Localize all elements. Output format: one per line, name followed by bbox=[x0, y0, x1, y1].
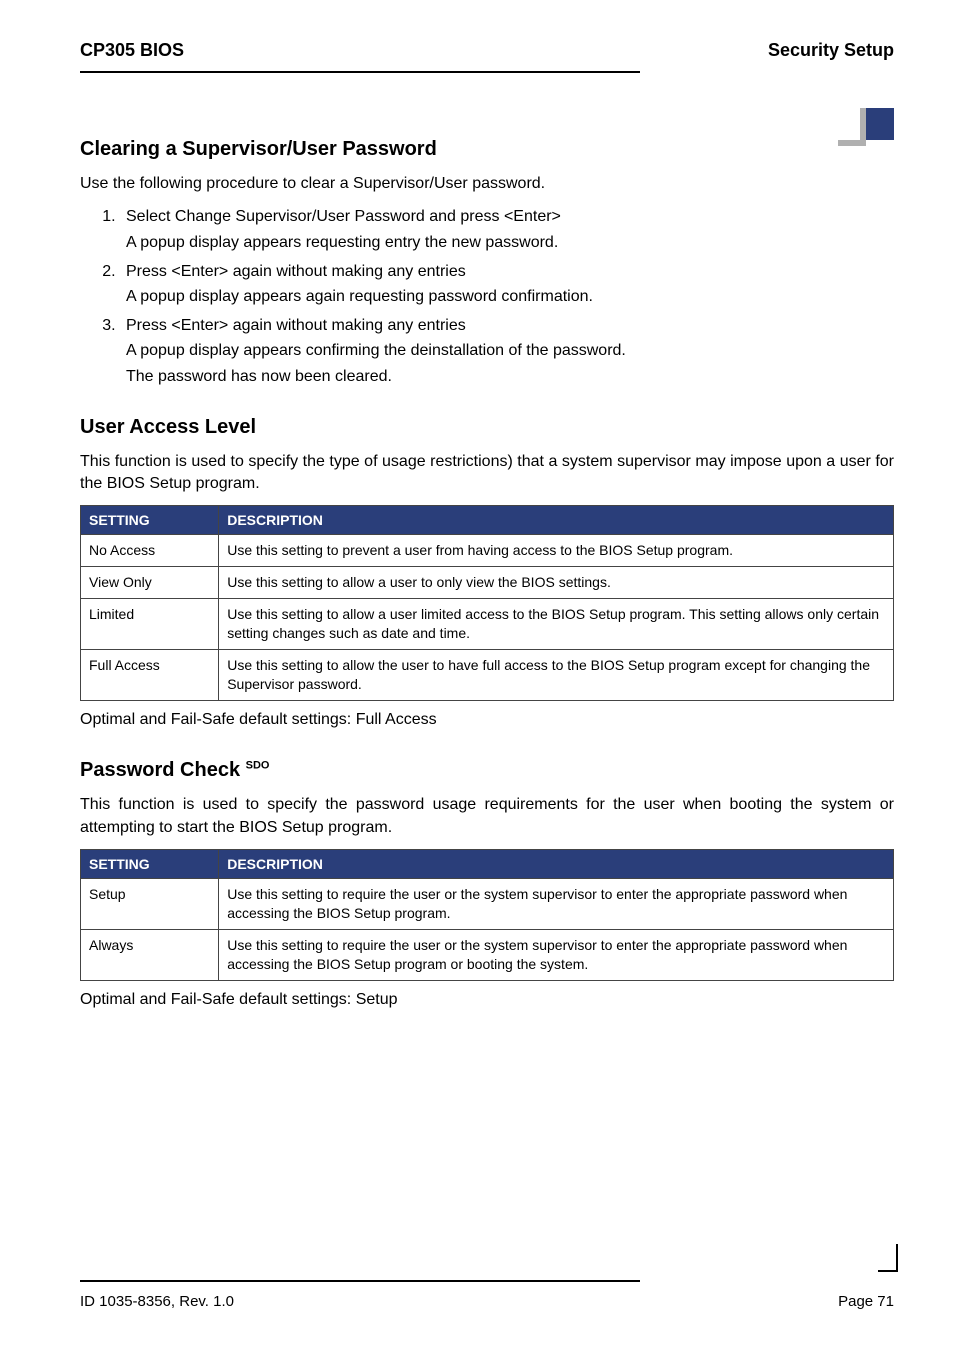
step-3: Press <Enter> again without making any e… bbox=[120, 314, 894, 388]
table-row: No Access Use this setting to prevent a … bbox=[81, 535, 894, 567]
heading-clearing-password: Clearing a Supervisor/User Password bbox=[80, 138, 894, 161]
heading-password-check-text: Password Check bbox=[80, 759, 240, 781]
table-row: Full Access Use this setting to allow th… bbox=[81, 650, 894, 701]
cell-desc: Use this setting to allow a user to only… bbox=[219, 567, 894, 599]
step-1: Select Change Supervisor/User Password a… bbox=[120, 205, 894, 253]
page-footer: ID 1035-8356, Rev. 1.0 Page 71 bbox=[80, 1293, 894, 1310]
heading-sup-sdo: SDO bbox=[246, 760, 270, 772]
intro-clearing-password: Use the following procedure to clear a S… bbox=[80, 173, 894, 195]
cell-desc: Use this setting to allow a user limited… bbox=[219, 599, 894, 650]
table-row: Limited Use this setting to allow a user… bbox=[81, 599, 894, 650]
corner-logo-icon bbox=[844, 108, 894, 158]
cell-setting: Full Access bbox=[81, 650, 219, 701]
heading-user-access-level: User Access Level bbox=[80, 416, 894, 439]
step-text: A popup display appears confirming the d… bbox=[126, 339, 894, 362]
step-text: Press <Enter> again without making any e… bbox=[126, 314, 894, 337]
table-row: View Only Use this setting to allow a us… bbox=[81, 567, 894, 599]
th-description: DESCRIPTION bbox=[219, 506, 894, 535]
cell-desc: Use this setting to prevent a user from … bbox=[219, 535, 894, 567]
table-user-access-level: SETTING DESCRIPTION No Access Use this s… bbox=[80, 505, 894, 700]
table-row: Always Use this setting to require the u… bbox=[81, 929, 894, 980]
footer-rule bbox=[80, 1280, 894, 1282]
cell-setting: Setup bbox=[81, 879, 219, 930]
table-row: Setup Use this setting to require the us… bbox=[81, 879, 894, 930]
footer-left: ID 1035-8356, Rev. 1.0 bbox=[80, 1293, 234, 1310]
page-header: CP305 BIOS Security Setup bbox=[80, 40, 894, 61]
cell-desc: Use this setting to require the user or … bbox=[219, 879, 894, 930]
note-password-check: Optimal and Fail-Safe default settings: … bbox=[80, 989, 894, 1011]
step-text: A popup display appears again requesting… bbox=[126, 285, 894, 308]
header-left: CP305 BIOS bbox=[80, 40, 184, 61]
header-right: Security Setup bbox=[768, 40, 894, 61]
table-header-row: SETTING DESCRIPTION bbox=[81, 506, 894, 535]
th-setting: SETTING bbox=[81, 506, 219, 535]
th-setting: SETTING bbox=[81, 850, 219, 879]
cell-setting: View Only bbox=[81, 567, 219, 599]
table-header-row: SETTING DESCRIPTION bbox=[81, 850, 894, 879]
cell-setting: Always bbox=[81, 929, 219, 980]
intro-password-check: This function is used to specify the pas… bbox=[80, 794, 894, 839]
table-password-check: SETTING DESCRIPTION Setup Use this setti… bbox=[80, 849, 894, 981]
step-text: The password has now been cleared. bbox=[126, 365, 894, 388]
cell-setting: No Access bbox=[81, 535, 219, 567]
step-2: Press <Enter> again without making any e… bbox=[120, 260, 894, 308]
heading-password-check: Password Check SDO bbox=[80, 759, 894, 782]
footer-right: Page 71 bbox=[838, 1293, 894, 1310]
steps-list: Select Change Supervisor/User Password a… bbox=[120, 205, 894, 387]
header-rule bbox=[80, 71, 640, 73]
note-user-access-level: Optimal and Fail-Safe default settings: … bbox=[80, 709, 894, 731]
corner-mark-icon bbox=[878, 1252, 898, 1272]
step-text: Press <Enter> again without making any e… bbox=[126, 260, 894, 283]
intro-user-access-level: This function is used to specify the typ… bbox=[80, 451, 894, 496]
th-description: DESCRIPTION bbox=[219, 850, 894, 879]
step-text: Select Change Supervisor/User Password a… bbox=[126, 205, 894, 228]
cell-desc: Use this setting to require the user or … bbox=[219, 929, 894, 980]
cell-setting: Limited bbox=[81, 599, 219, 650]
cell-desc: Use this setting to allow the user to ha… bbox=[219, 650, 894, 701]
step-text: A popup display appears requesting entry… bbox=[126, 231, 894, 254]
